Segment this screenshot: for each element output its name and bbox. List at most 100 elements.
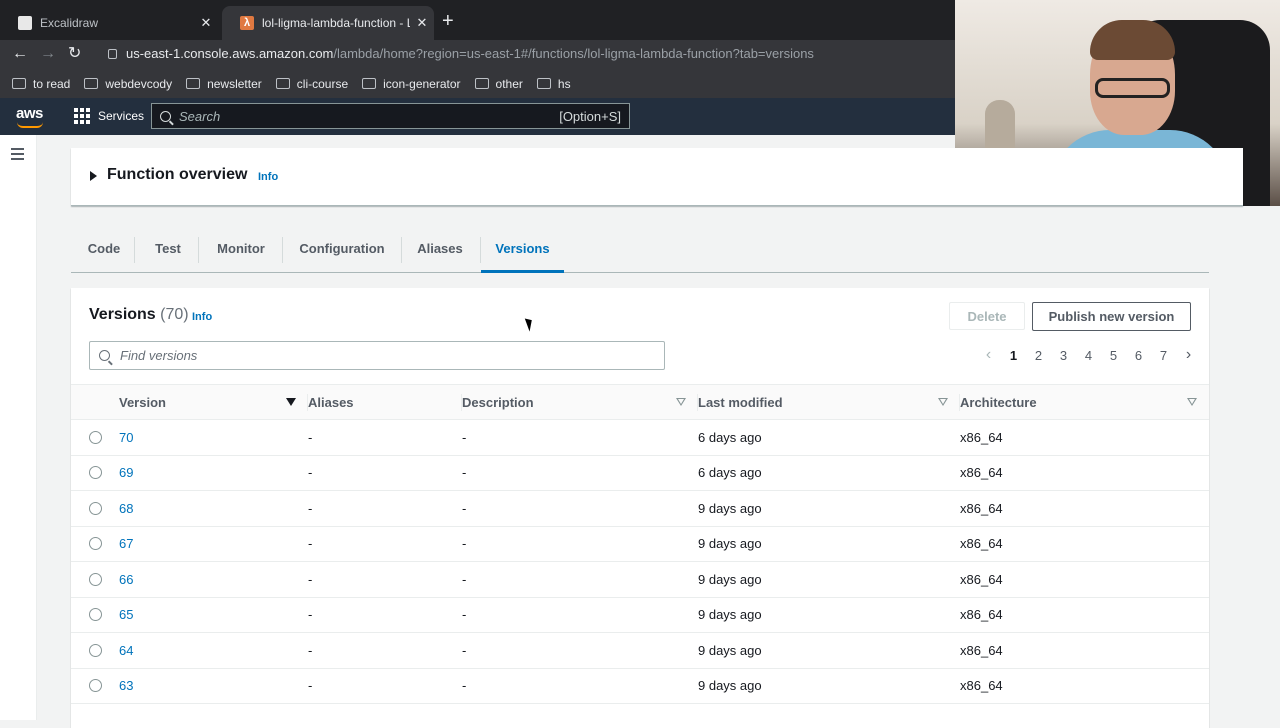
sort-icon[interactable] bbox=[1187, 398, 1197, 406]
browser-tab-excalidraw[interactable]: Excalidraw ✕ bbox=[0, 6, 218, 40]
previous-page-icon[interactable]: ‹ bbox=[976, 346, 1001, 364]
version-link[interactable]: 67 bbox=[119, 526, 308, 562]
url-field[interactable]: us-east-1.console.aws.amazon.com/lambda/… bbox=[126, 46, 814, 61]
radio-button[interactable] bbox=[89, 572, 102, 586]
version-link[interactable]: 64 bbox=[119, 633, 308, 669]
aliases-cell: - bbox=[308, 607, 313, 623]
bookmark-label: icon-generator bbox=[383, 76, 461, 91]
description-cell: - bbox=[462, 571, 467, 587]
function-overview-info-link[interactable]: Info bbox=[258, 171, 278, 183]
row-select-radio[interactable] bbox=[71, 597, 119, 633]
tab-configuration[interactable]: Configuration bbox=[296, 232, 388, 273]
publish-new-version-button[interactable]: Publish new version bbox=[1032, 302, 1191, 331]
row-select-radio[interactable] bbox=[71, 420, 119, 456]
back-arrow-icon[interactable]: ← bbox=[12, 44, 28, 64]
sort-icon[interactable] bbox=[676, 398, 686, 406]
radio-button[interactable] bbox=[89, 501, 102, 515]
row-select-radio[interactable] bbox=[71, 526, 119, 562]
bookmark-label: newsletter bbox=[207, 76, 262, 91]
new-tab-button[interactable]: + bbox=[442, 10, 454, 32]
column-label: Aliases bbox=[308, 394, 354, 410]
tab-monitor[interactable]: Monitor bbox=[212, 232, 270, 273]
row-select-radio[interactable] bbox=[71, 633, 119, 669]
find-versions-field[interactable] bbox=[89, 341, 665, 370]
hamburger-menu-icon[interactable] bbox=[11, 148, 24, 163]
page-6[interactable]: 6 bbox=[1126, 348, 1151, 363]
radio-button[interactable] bbox=[89, 608, 102, 622]
table-row[interactable]: 67- -9 days ago x86_64 bbox=[71, 526, 1209, 562]
page-1[interactable]: 1 bbox=[1001, 348, 1026, 363]
url-path: /lambda/home?region=us-east-1#/functions… bbox=[333, 46, 814, 61]
bookmark-icon-generator[interactable]: icon-generator bbox=[362, 76, 461, 91]
aws-search-input[interactable]: Search [Option+S] bbox=[151, 103, 630, 129]
page-2[interactable]: 2 bbox=[1026, 348, 1051, 363]
aliases-cell: - bbox=[308, 465, 313, 481]
page-3[interactable]: 3 bbox=[1051, 348, 1076, 363]
radio-button[interactable] bbox=[89, 679, 102, 693]
versions-info-link[interactable]: Info bbox=[192, 311, 212, 323]
radio-button[interactable] bbox=[89, 466, 102, 480]
page-4[interactable]: 4 bbox=[1076, 348, 1101, 363]
tab-code[interactable]: Code bbox=[83, 232, 125, 273]
delete-button[interactable]: Delete bbox=[949, 302, 1025, 330]
browser-tab-lambda[interactable]: λ lol-ligma-lambda-function - La ✕ bbox=[222, 6, 434, 40]
version-link[interactable]: 69 bbox=[119, 455, 308, 491]
bookmark-cli-course[interactable]: cli-course bbox=[275, 77, 348, 91]
column-header-last-modified[interactable]: Last modified bbox=[698, 385, 960, 420]
tab-test[interactable]: Test bbox=[148, 232, 188, 273]
architecture-cell: x86_64 bbox=[960, 429, 1003, 445]
column-header-version[interactable]: Version bbox=[119, 385, 308, 420]
bookmark-webdevcody[interactable]: webdevcody bbox=[84, 77, 172, 91]
radio-button[interactable] bbox=[89, 430, 102, 444]
function-tabs: Code Test Monitor Configuration Aliases … bbox=[71, 232, 1209, 273]
row-select-radio[interactable] bbox=[71, 455, 119, 491]
page-5[interactable]: 5 bbox=[1101, 348, 1126, 363]
next-page-icon[interactable]: › bbox=[1176, 346, 1201, 364]
sort-icon[interactable] bbox=[938, 398, 948, 406]
version-link[interactable]: 68 bbox=[119, 491, 308, 527]
table-row[interactable]: 70- -6 days ago x86_64 bbox=[71, 420, 1209, 456]
table-row[interactable]: 66- -9 days ago x86_64 bbox=[71, 562, 1209, 598]
column-header-architecture[interactable]: Architecture bbox=[960, 385, 1209, 420]
close-tab-icon[interactable]: ✕ bbox=[194, 15, 218, 31]
row-select-radio[interactable] bbox=[71, 668, 119, 704]
search-shortcut: [Option+S] bbox=[559, 108, 621, 124]
column-label: Architecture bbox=[960, 394, 1037, 410]
tab-title: lol-ligma-lambda-function - La bbox=[262, 16, 410, 30]
tab-versions[interactable]: Versions bbox=[481, 232, 564, 273]
aws-logo[interactable]: aws bbox=[16, 105, 43, 122]
column-header-description[interactable]: Description bbox=[462, 385, 698, 420]
bookmark-newsletter[interactable]: newsletter bbox=[186, 77, 262, 91]
row-select-radio[interactable] bbox=[71, 562, 119, 598]
bookmark-hs[interactable]: hs bbox=[536, 77, 571, 91]
search-placeholder: Search bbox=[179, 108, 221, 124]
table-row[interactable]: 63- -9 days ago x86_64 bbox=[71, 668, 1209, 704]
column-header-aliases: Aliases bbox=[308, 385, 462, 420]
find-versions-input[interactable] bbox=[120, 348, 620, 363]
expand-caret-icon[interactable] bbox=[90, 171, 97, 181]
row-select-radio[interactable] bbox=[71, 491, 119, 527]
services-menu-button[interactable]: Services bbox=[74, 108, 144, 124]
tab-aliases[interactable]: Aliases bbox=[415, 232, 465, 273]
sort-descending-icon[interactable] bbox=[286, 398, 296, 406]
bookmark-other[interactable]: other bbox=[474, 77, 523, 91]
aliases-cell: - bbox=[308, 429, 313, 445]
page-7[interactable]: 7 bbox=[1151, 348, 1176, 363]
table-row[interactable]: 69- -6 days ago x86_64 bbox=[71, 455, 1209, 491]
presenter-glasses-image bbox=[1095, 78, 1170, 98]
table-row[interactable]: 64- -9 days ago x86_64 bbox=[71, 633, 1209, 669]
table-row[interactable]: 65- -9 days ago x86_64 bbox=[71, 597, 1209, 633]
function-overview-title[interactable]: Function overview bbox=[107, 166, 247, 184]
version-link[interactable]: 63 bbox=[119, 668, 308, 704]
version-link[interactable]: 65 bbox=[119, 597, 308, 633]
version-link[interactable]: 66 bbox=[119, 562, 308, 598]
radio-button[interactable] bbox=[89, 537, 102, 551]
table-row[interactable]: 68- -9 days ago x86_64 bbox=[71, 491, 1209, 527]
version-link[interactable]: 70 bbox=[119, 420, 308, 456]
table-header-row: Version Aliases Description Last modifie… bbox=[71, 384, 1209, 420]
reload-icon[interactable]: ↻ bbox=[68, 44, 81, 64]
bookmark-to-read[interactable]: to read bbox=[12, 77, 70, 91]
radio-button[interactable] bbox=[89, 643, 102, 657]
close-tab-icon[interactable]: ✕ bbox=[410, 15, 434, 31]
forward-arrow-icon[interactable]: → bbox=[40, 44, 56, 64]
